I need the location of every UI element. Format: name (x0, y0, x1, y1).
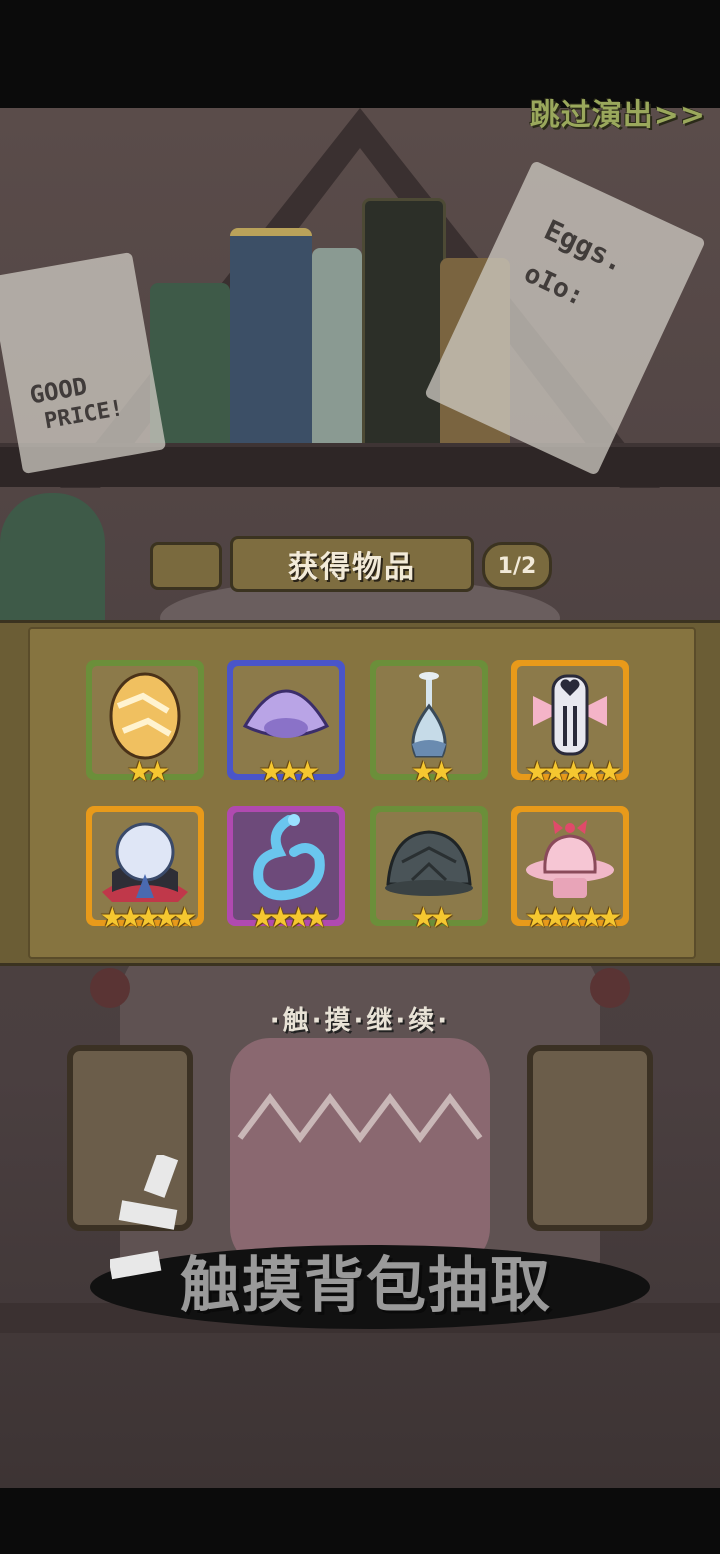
item-slot-jellyfish-cap[interactable]: ★★★ (227, 660, 345, 786)
rarity-stars: ★★★★★ (524, 755, 623, 788)
jellyfish-cap-icon (242, 689, 330, 738)
item-slot-glass-flask[interactable]: ★★ (370, 660, 488, 786)
reward-header: 获得物品 (230, 536, 474, 592)
item-slot-turtle-shell[interactable]: ★★ (370, 806, 488, 932)
skip-animation-button[interactable]: 跳过演出>> (530, 90, 706, 134)
touch-backpack-hint[interactable]: 触摸背包抽取 (90, 1155, 650, 1335)
glass-flask-icon (411, 672, 447, 758)
rarity-stars: ★★ (410, 901, 454, 934)
book-dark (362, 198, 446, 454)
rarity-stars: ★★★★★ (524, 901, 623, 934)
item-slot-pink-cupcake-hat[interactable]: ★★★★★ (511, 806, 629, 932)
book-green (150, 283, 230, 448)
rarity-stars: ★★ (410, 755, 454, 788)
item-slot-heart-mask-bow[interactable]: ★★★★★ (511, 660, 629, 786)
header-left-tab (150, 542, 222, 590)
item-slot-crystal-orb-collar[interactable]: ★★★★★ (86, 806, 204, 932)
eggs-text-line2: oIo: (519, 258, 589, 313)
book-white (312, 248, 362, 448)
touch-to-continue[interactable]: ·触·摸·继·续· (0, 1000, 720, 1037)
rarity-stars: ★★★★★ (99, 901, 198, 934)
hint-text: 触摸背包抽取 (180, 1251, 552, 1321)
heart-mask-icon (533, 674, 607, 756)
tap-marks-icon (110, 1155, 179, 1280)
page-counter[interactable]: 1/2 (482, 542, 552, 590)
rarity-stars: ★★★ (258, 755, 320, 788)
rarity-stars: ★★ (126, 755, 170, 788)
book-blue (230, 228, 312, 456)
item-slot-cracked-egg[interactable]: ★★ (86, 660, 204, 786)
turtle-shell-icon (385, 830, 473, 896)
item-slot-water-swirl[interactable]: ★★★★ (227, 806, 345, 932)
rarity-stars: ★★★★ (249, 901, 329, 934)
bottom-black-bar (0, 1488, 720, 1554)
reward-title: 获得物品 (288, 550, 416, 585)
pink-cupcake-hat-icon (526, 820, 614, 898)
crystal-orb-icon (102, 822, 188, 902)
water-swirl-icon (253, 814, 325, 901)
cracked-egg-icon (109, 672, 181, 760)
